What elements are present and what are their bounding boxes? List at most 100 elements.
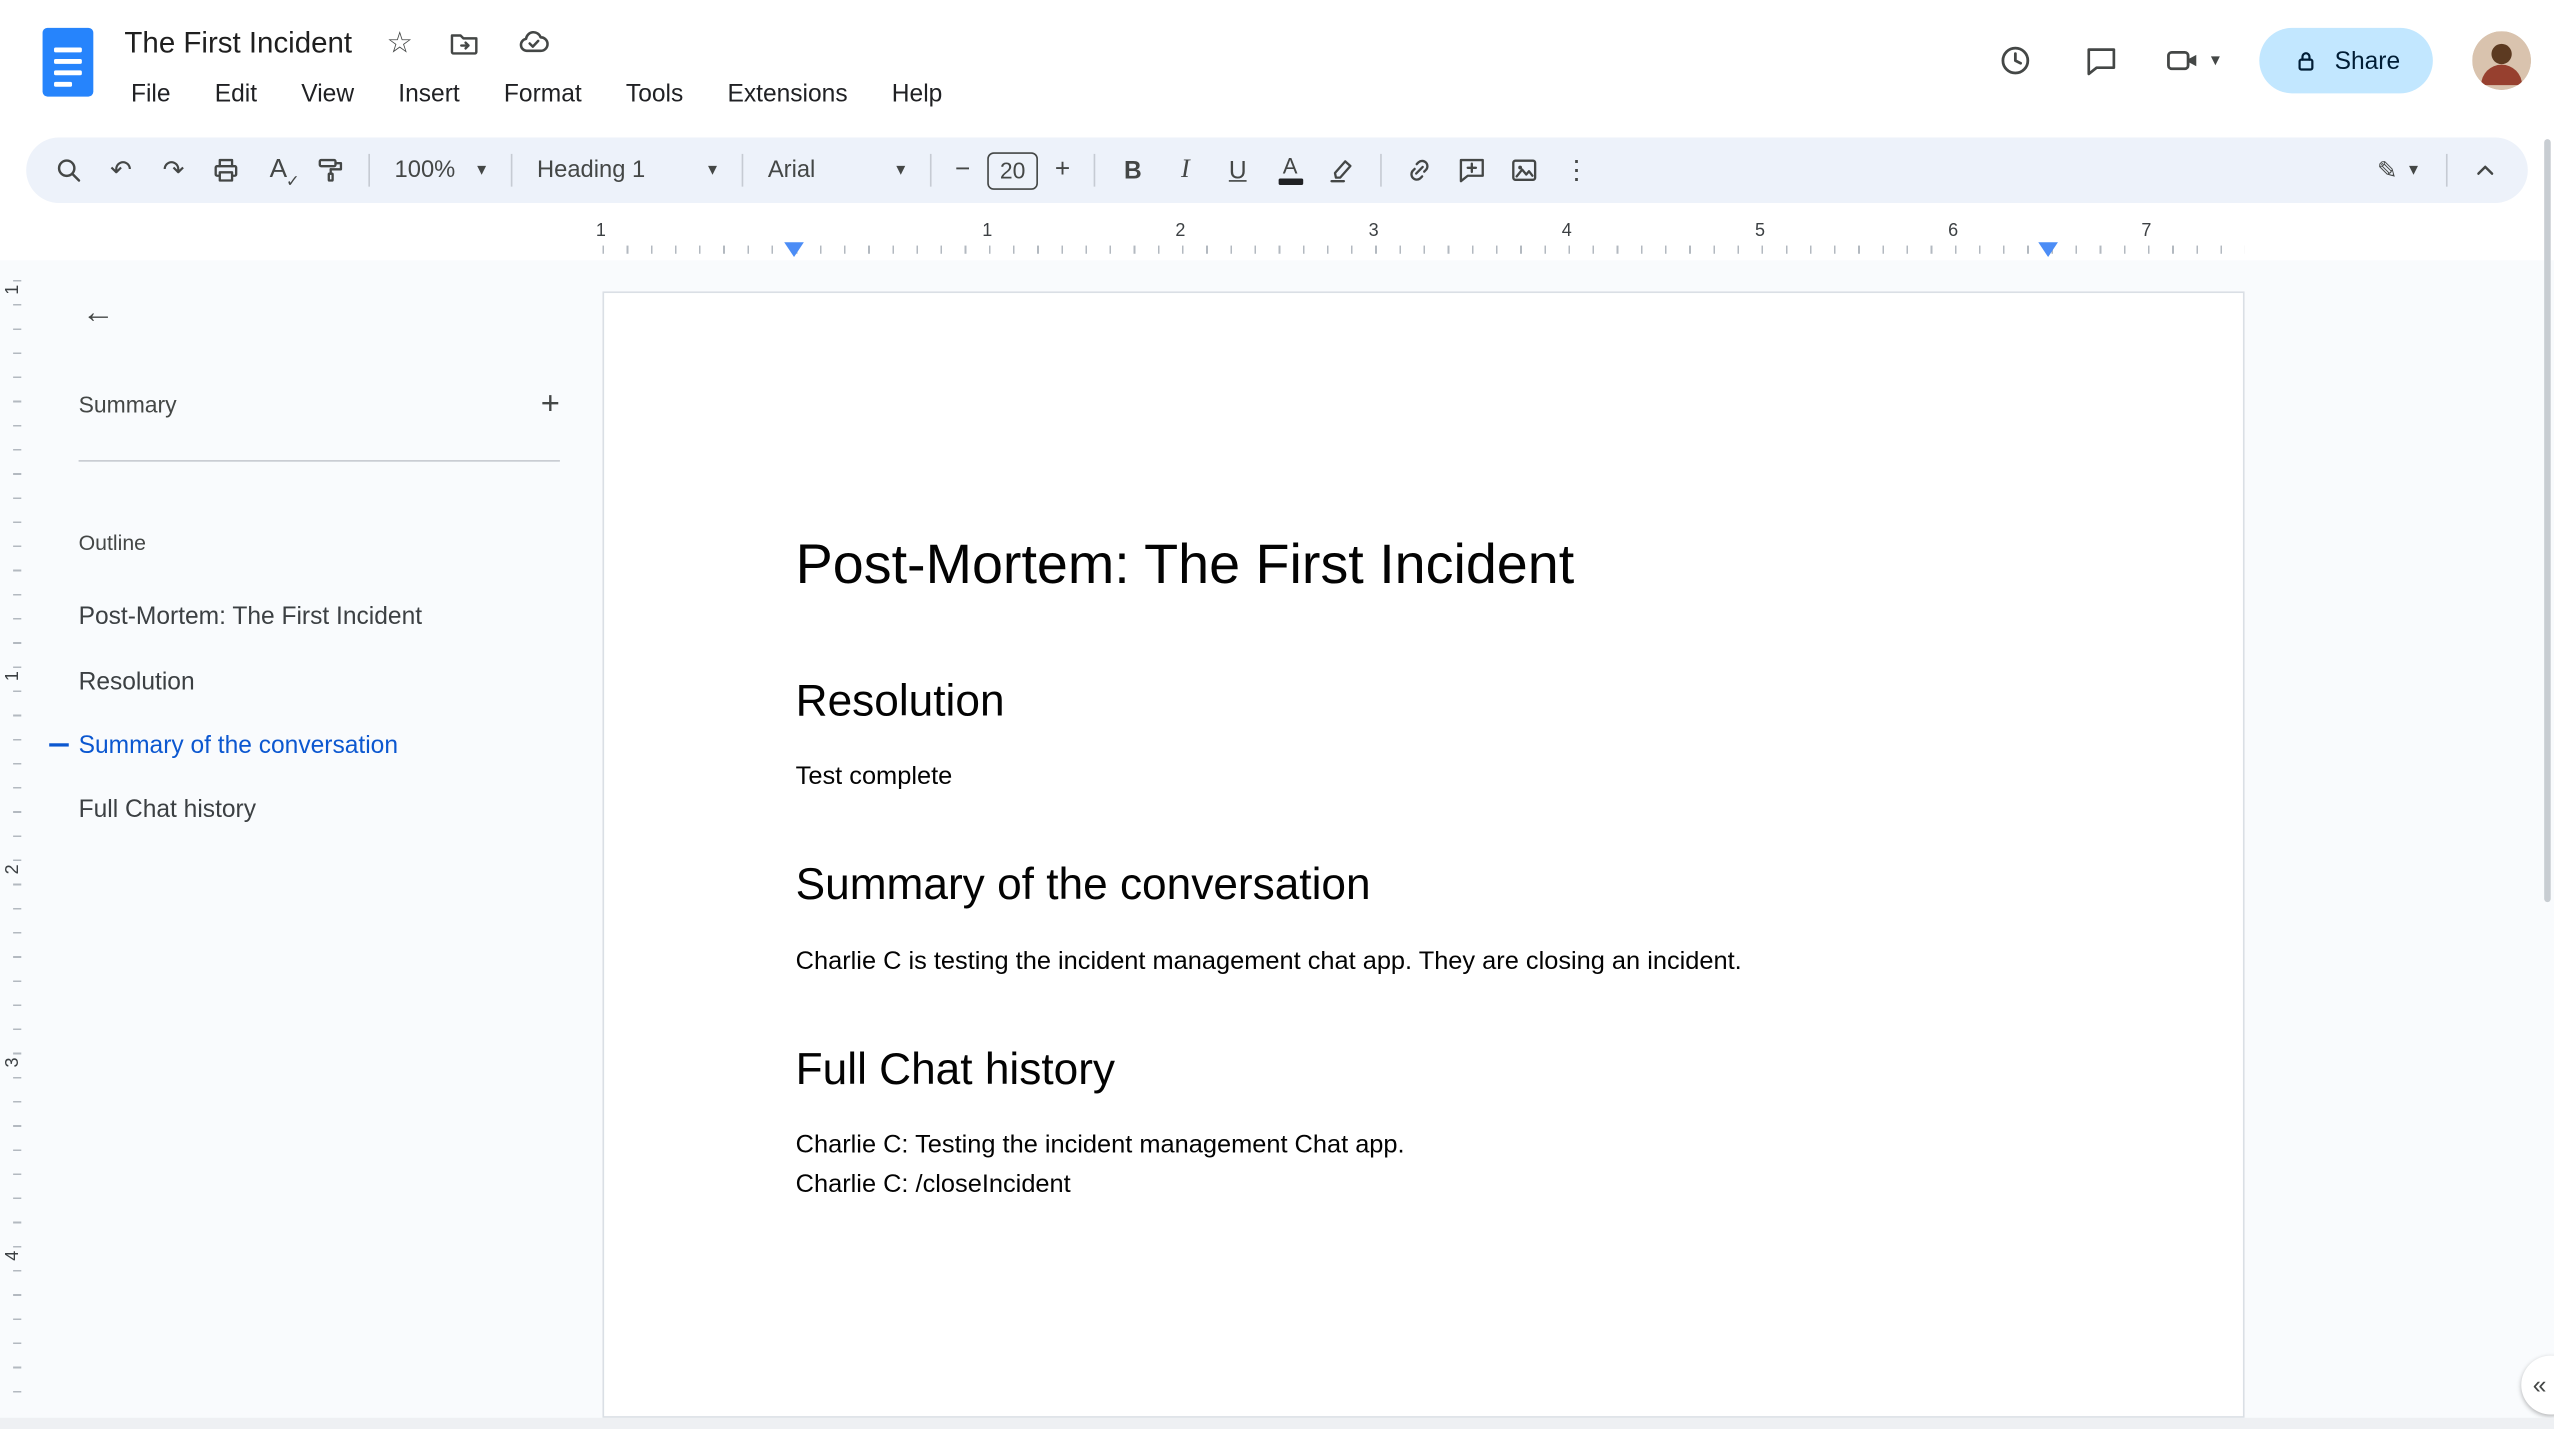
comments-icon[interactable] bbox=[2078, 38, 2124, 84]
vruler-number: 1 bbox=[3, 671, 23, 682]
outline-label: Outline bbox=[78, 530, 147, 556]
highlight-color-icon[interactable] bbox=[1316, 146, 1368, 195]
share-button[interactable]: Share bbox=[2259, 27, 2433, 94]
ruler-ticks bbox=[602, 245, 2245, 254]
toolbar-divider bbox=[368, 153, 371, 187]
doc-paragraph[interactable]: Charlie C is testing the incident manage… bbox=[796, 942, 2080, 981]
toolbar-divider bbox=[1380, 153, 1382, 187]
toolbar-divider bbox=[510, 153, 513, 187]
pencil-icon: ✎ bbox=[2377, 157, 2398, 186]
version-history-icon[interactable] bbox=[1993, 38, 2039, 84]
spellcheck-icon[interactable]: A ✓ bbox=[252, 146, 304, 195]
zoom-select[interactable]: 100% ▾ bbox=[381, 146, 499, 195]
join-call-control[interactable]: ▾ bbox=[2163, 41, 2220, 80]
lock-icon bbox=[2298, 51, 2314, 70]
paragraph-style-value: Heading 1 bbox=[536, 157, 646, 184]
move-folder-icon[interactable] bbox=[447, 25, 481, 59]
font-size-input[interactable]: 20 bbox=[987, 151, 1038, 190]
summary-divider bbox=[78, 460, 560, 462]
summary-section: Summary + bbox=[79, 388, 560, 421]
video-caret-icon[interactable]: ▾ bbox=[2211, 51, 2220, 70]
vruler-number: 2 bbox=[3, 864, 23, 875]
video-call-icon bbox=[2167, 50, 2197, 71]
menu-extensions[interactable]: Extensions bbox=[724, 76, 851, 110]
ruler-number: 6 bbox=[1948, 221, 1959, 241]
collapse-side-panel-button[interactable]: « bbox=[2521, 1355, 2554, 1415]
header-actions: ▾ Share bbox=[1993, 23, 2532, 98]
redo-icon[interactable]: ↷ bbox=[147, 146, 199, 195]
avatar[interactable] bbox=[2472, 31, 2532, 91]
summary-label: Summary bbox=[78, 391, 177, 418]
ruler-number: 1 bbox=[982, 221, 993, 241]
menu-help[interactable]: Help bbox=[889, 76, 946, 110]
zoom-value: 100% bbox=[394, 157, 456, 184]
outline-item-summary-of-conversation[interactable]: Summary of the conversation bbox=[49, 713, 583, 777]
close-outline-icon[interactable]: ← bbox=[75, 290, 121, 336]
bold-button[interactable]: B bbox=[1107, 146, 1159, 195]
menu-format[interactable]: Format bbox=[501, 76, 585, 110]
outline-item-full-chat-history[interactable]: Full Chat history bbox=[49, 778, 583, 842]
docs-logo-icon[interactable] bbox=[42, 27, 94, 97]
title-row: The First Incident ☆ bbox=[124, 20, 552, 66]
print-icon[interactable] bbox=[200, 146, 252, 195]
insert-link-icon[interactable] bbox=[1393, 146, 1445, 195]
cloud-saved-icon[interactable] bbox=[516, 25, 552, 61]
share-label: Share bbox=[2334, 46, 2401, 75]
mode-caret-icon: ▾ bbox=[2409, 159, 2419, 180]
text-color-button[interactable]: A bbox=[1264, 146, 1316, 195]
doc-heading-resolution[interactable]: Resolution bbox=[796, 674, 2080, 727]
decrease-font-size-button[interactable]: − bbox=[943, 146, 982, 195]
document-title[interactable]: The First Incident bbox=[124, 25, 352, 59]
document-body: Post-Mortem: The First Incident Resoluti… bbox=[604, 293, 2243, 1205]
toolbar-divider bbox=[929, 153, 932, 187]
text-color-bar bbox=[1277, 178, 1303, 185]
underline-button[interactable]: U bbox=[1212, 146, 1264, 195]
vruler-number: 4 bbox=[3, 1250, 23, 1261]
undo-icon[interactable]: ↶ bbox=[95, 146, 147, 195]
horizontal-ruler: 1 1 2 3 4 5 6 7 bbox=[0, 218, 2554, 261]
doc-paragraph[interactable]: Charlie C: Testing the incident manageme… bbox=[796, 1126, 2080, 1165]
insert-image-icon[interactable] bbox=[1498, 146, 1550, 195]
menu-file[interactable]: File bbox=[128, 76, 174, 110]
vertical-scrollbar[interactable] bbox=[2544, 139, 2551, 903]
menu-insert[interactable]: Insert bbox=[395, 76, 463, 110]
vruler-number: 3 bbox=[3, 1057, 23, 1068]
outline-item-post-mortem[interactable]: Post-Mortem: The First Incident bbox=[49, 584, 583, 648]
vertical-ruler: 1 1 2 3 4 bbox=[0, 260, 29, 1429]
font-family-value: Arial bbox=[767, 157, 816, 184]
toolbar-divider bbox=[1093, 153, 1096, 187]
menu-edit[interactable]: Edit bbox=[211, 76, 260, 110]
outline-item-resolution[interactable]: Resolution bbox=[49, 649, 583, 713]
ruler-number: 1 bbox=[595, 221, 606, 241]
star-icon[interactable]: ☆ bbox=[386, 28, 412, 57]
increase-font-size-button[interactable]: + bbox=[1043, 146, 1082, 195]
style-caret-icon: ▾ bbox=[708, 159, 718, 180]
right-indent-marker[interactable] bbox=[2038, 242, 2058, 258]
hide-menus-icon[interactable] bbox=[2459, 146, 2511, 195]
font-caret-icon: ▾ bbox=[896, 159, 906, 180]
bottom-edge bbox=[0, 1417, 2554, 1429]
font-family-select[interactable]: Arial ▾ bbox=[755, 146, 919, 195]
doc-heading-1[interactable]: Post-Mortem: The First Incident bbox=[796, 532, 2080, 599]
more-options-icon[interactable]: ⋮ bbox=[1550, 146, 1602, 195]
left-indent-marker[interactable] bbox=[784, 242, 804, 258]
doc-heading-full-chat[interactable]: Full Chat history bbox=[796, 1042, 2080, 1095]
add-comment-icon[interactable] bbox=[1446, 146, 1498, 195]
toolbar: ↶ ↷ A ✓ 100% ▾ Heading 1 ▾ Arial ▾ − 20 bbox=[26, 137, 2528, 204]
paint-format-icon[interactable] bbox=[305, 146, 357, 195]
doc-paragraph[interactable]: Charlie C: /closeIncident bbox=[796, 1166, 2080, 1205]
menu-tools[interactable]: Tools bbox=[623, 76, 687, 110]
doc-heading-summary[interactable]: Summary of the conversation bbox=[796, 858, 2080, 911]
ruler-number: 2 bbox=[1175, 221, 1186, 241]
menu-bar: File Edit View Insert Format Tools Exten… bbox=[128, 72, 946, 115]
menu-view[interactable]: View bbox=[298, 76, 357, 110]
ruler-number: 7 bbox=[2141, 221, 2152, 241]
paragraph-style-select[interactable]: Heading 1 ▾ bbox=[524, 146, 730, 195]
add-summary-icon[interactable]: + bbox=[541, 388, 560, 421]
document-page[interactable]: Post-Mortem: The First Incident Resoluti… bbox=[602, 291, 2245, 1418]
zoom-caret-icon: ▾ bbox=[477, 159, 487, 180]
search-menus-icon[interactable] bbox=[43, 146, 95, 195]
editing-mode-select[interactable]: ✎ ▾ bbox=[2361, 146, 2435, 195]
italic-button[interactable]: I bbox=[1159, 146, 1211, 195]
doc-paragraph[interactable]: Test complete bbox=[796, 758, 2080, 797]
